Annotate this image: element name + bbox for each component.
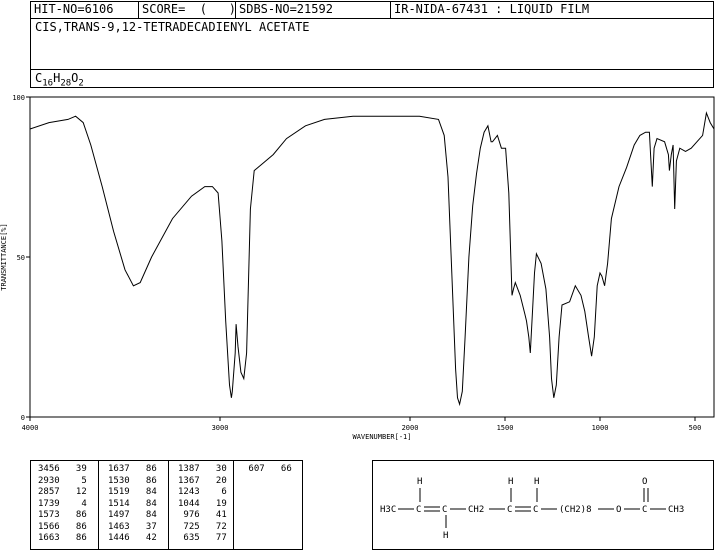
peak-row: 2930 5 xyxy=(38,475,87,486)
x-tick-label: 1000 xyxy=(592,424,609,432)
x-axis-label: WAVENUMBER[-1] xyxy=(352,433,411,441)
x-tick-label: 1500 xyxy=(497,424,514,432)
peak-row: 1243 6 xyxy=(178,487,227,497)
peak-row: 1514 84 xyxy=(108,498,157,509)
peak-column: 3456 39 2930 5 2857 12 1739 4 1573 86 1566 86… xyxy=(38,464,87,545)
peak-row: 1637 86 xyxy=(108,464,157,474)
plot-frame xyxy=(29,96,715,418)
spectrum-line xyxy=(29,111,715,407)
peak-column: 1637 86 1530 86 1519 84 1514 84 1497 84 1463 … xyxy=(108,464,157,545)
peak-row: 3456 39 xyxy=(38,464,87,474)
hydrogen-atom: H xyxy=(534,477,539,487)
y-tick-label: 0 xyxy=(21,414,25,422)
peak-row: 1497 84 xyxy=(108,510,157,520)
x-tick-label: 500 xyxy=(689,424,702,432)
peak-row: 607 66 xyxy=(243,464,292,474)
x-tick-label: 4000 xyxy=(22,424,39,432)
peak-row: 1446 42 xyxy=(108,533,157,543)
peak-row: 1663 86 xyxy=(38,533,87,543)
peak-row: 976 41 xyxy=(178,510,227,520)
peak-row: 1519 84 xyxy=(108,487,157,497)
methyl-group: H3C xyxy=(380,505,396,515)
carbon-atom: C xyxy=(416,505,421,515)
peak-column-divider xyxy=(168,460,169,549)
peak-row: 635 77 xyxy=(178,533,227,543)
carbon-atom: C xyxy=(442,505,447,515)
peak-column-divider xyxy=(233,460,234,549)
peak-row: 1367 20 xyxy=(178,475,227,486)
carbonyl-oxygen: O xyxy=(642,477,647,487)
hydrogen-atom: H xyxy=(508,477,513,487)
y-tick-label: 100 xyxy=(12,94,25,102)
structure-diagram: H3C C H C H CH2 C H C H (CH2)8 O C O CH3 xyxy=(380,477,684,541)
hydrogen-atom: H xyxy=(417,477,422,487)
carbonyl-carbon: C xyxy=(642,505,647,515)
x-tick-label: 2000 xyxy=(402,424,419,432)
peak-row: 725 72 xyxy=(178,521,227,532)
hydrogen-atom: H xyxy=(443,531,448,541)
methylene-group: CH2 xyxy=(468,505,484,515)
peak-column-divider xyxy=(98,460,99,549)
peak-column: 1387 30 1367 20 1243 6 1044 19 976 41 725 7… xyxy=(178,464,227,545)
oxygen-atom: O xyxy=(616,505,621,515)
peak-row: 2857 12 xyxy=(38,487,87,497)
methyl-end-group: CH3 xyxy=(668,505,684,515)
peak-row: 1566 86 xyxy=(38,521,87,532)
methylene-chain: (CH2)8 xyxy=(559,505,592,515)
x-tick-label: 3000 xyxy=(212,424,229,432)
peak-row: 1044 19 xyxy=(178,498,227,509)
peak-row: 1573 86 xyxy=(38,510,87,520)
peak-table-content: 3456 39 2930 5 2857 12 1739 4 1573 86 1566 86… xyxy=(30,460,303,550)
peak-row: 1387 30 xyxy=(178,464,227,474)
y-tick-label: 50 xyxy=(17,254,25,262)
peak-row: 1530 86 xyxy=(108,475,157,486)
ir-spectrum-chart: 4000 3000 2000 1500 1000 500 0 50 100 TRANSMITTA… xyxy=(0,94,715,441)
peak-row: 1739 4 xyxy=(38,498,87,509)
carbon-atom: C xyxy=(507,505,512,515)
peak-column: 607 66 xyxy=(243,464,292,476)
y-axis-label: TRANSMITTANCE[%] xyxy=(0,223,8,290)
peak-row: 1463 37 xyxy=(108,521,157,532)
carbon-atom: C xyxy=(533,505,538,515)
